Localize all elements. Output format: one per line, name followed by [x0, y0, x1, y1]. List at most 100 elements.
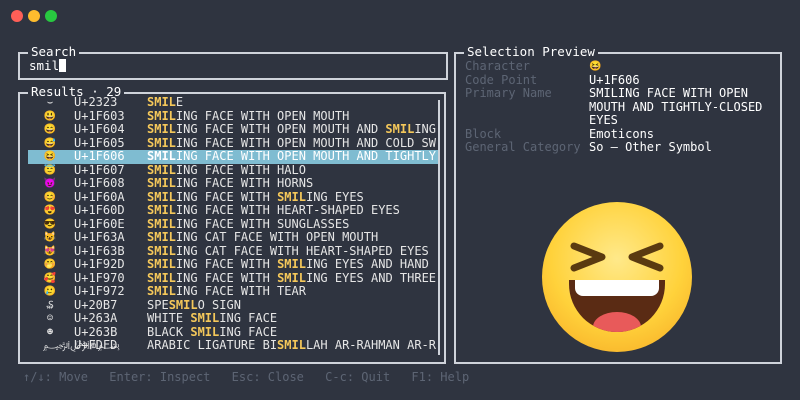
category-label: General Category [465, 140, 581, 154]
result-name-match: SMIL [147, 258, 176, 271]
teeth [575, 280, 659, 296]
result-codepoint: U+1F92D [74, 258, 125, 271]
result-name-suffix: ING [414, 123, 437, 136]
result-character: 😻 [43, 245, 57, 257]
result-name-prefix: ARABIC LIGATURE BI [147, 339, 278, 352]
result-name: ARABIC LIGATURE BISMILLAH AR-RAHMAN AR-R [147, 339, 438, 353]
result-name-match: SMIL [147, 271, 176, 285]
result-character: 😅 [43, 137, 57, 149]
result-codepoint: U+1F972 [74, 285, 125, 298]
result-character: 😊 [43, 191, 57, 203]
result-character: ﷽ [43, 340, 120, 351]
result-character: 😎 [43, 218, 57, 230]
result-row[interactable]: 😊 U+1F60A SMILING FACE WITH SMILING EYES [28, 191, 438, 205]
result-row[interactable]: 😄 U+1F604 SMILING FACE WITH OPEN MOUTH AND… [28, 123, 438, 137]
minimize-window-button[interactable] [28, 10, 40, 22]
result-row[interactable]: ₷ U+20B7 SPESMILO SIGN [28, 299, 438, 313]
results-scrollbar[interactable] [438, 100, 440, 355]
result-name-suffix: E [175, 96, 184, 109]
result-row[interactable]: 😇 U+1F607 SMILING FACE WITH HALO [28, 164, 438, 178]
result-character: 😆 [43, 151, 57, 162]
grinning-squinting-face-icon [542, 202, 692, 352]
result-row[interactable]: 🥲 U+1F972 SMILING FACE WITH TEAR [28, 285, 438, 299]
zoom-window-button[interactable] [45, 10, 57, 22]
result-row[interactable]: 🥰 U+1F970 SMILING FACE WITH SMILING EYES A… [28, 272, 438, 286]
result-name-suffix: ING EYES AND HAND [305, 258, 429, 271]
result-name-match: SMIL [168, 298, 198, 312]
result-name-suffix: LAH AR-RAHMAN AR-R [305, 339, 436, 352]
result-character: 😈 [43, 178, 57, 189]
result-name-match: SMIL [147, 123, 176, 136]
result-character: 🥲 [43, 286, 57, 297]
result-name: SMILING FACE WITH HALO [147, 164, 438, 178]
result-row[interactable]: 😻 U+1F63B SMILING CAT FACE WITH HEART-SHAP… [28, 245, 438, 259]
result-name-match: SMIL [147, 136, 176, 150]
result-name-prefix: BLACK [147, 325, 191, 339]
result-name-suffix: ING FACE [219, 312, 278, 325]
result-row[interactable]: ﷽ U+FDFD ARABIC LIGATURE BISMILLAH AR-RAHM… [28, 339, 438, 353]
result-name-match: SMIL [190, 312, 220, 325]
right-squint-eye [628, 242, 664, 272]
result-character: 🥰 [43, 272, 57, 284]
result-name-suffix: ING EYES AND THREE [305, 271, 437, 285]
result-name: BLACK SMILING FACE [147, 326, 438, 340]
result-name: SMILING CAT FACE WITH HEART-SHAPED EYES [147, 245, 438, 259]
result-name: SMILING FACE WITH OPEN MOUTH AND COLD SW [147, 137, 438, 151]
result-row[interactable]: 🤭 U+1F92D SMILING FACE WITH SMILING EYES A… [28, 258, 438, 272]
result-name-suffix: ING FACE WITH OPEN MOUTH AND [175, 123, 386, 136]
result-name-match: SMIL [147, 231, 176, 244]
result-name-suffix: ING FACE WITH OPEN MOUTH AND COLD SW [175, 136, 436, 150]
result-name-suffix: ING FACE WITH OPEN MOUTH [175, 109, 350, 123]
result-codepoint: U+1F970 [74, 271, 125, 285]
result-character: ☻ [46, 326, 54, 338]
result-row[interactable]: 😎 U+1F60E SMILING FACE WITH SUNGLASSES [28, 218, 438, 232]
result-name: SMILING FACE WITH SUNGLASSES [147, 218, 438, 232]
result-name-match: SMIL [147, 109, 176, 123]
result-name-suffix: ING FACE WITH [175, 258, 278, 271]
result-character: 😍 [43, 205, 57, 216]
result-row[interactable]: ☻ U+263B BLACK SMILING FACE [28, 326, 438, 340]
character-value: 😆 [589, 61, 602, 72]
hint-move: ↑/↓: Move [23, 370, 89, 384]
result-row[interactable]: ☺ U+263A WHITE SMILING FACE [28, 312, 438, 326]
result-row[interactable]: ⌣ U+2323 SMILE [28, 96, 438, 110]
result-name: SMILE [147, 96, 438, 110]
block-label: Block [465, 126, 502, 141]
search-input[interactable]: smil [29, 59, 67, 73]
result-name-match: SMIL [147, 204, 176, 217]
result-name: SMILING FACE WITH OPEN MOUTH AND SMILING [147, 123, 438, 137]
result-name-prefix: SPE [147, 298, 169, 312]
close-window-button[interactable] [11, 10, 23, 22]
result-name-match: SMIL [385, 123, 415, 136]
result-name: SPESMILO SIGN [147, 299, 438, 313]
result-row[interactable]: 😃 U+1F603 SMILING FACE WITH OPEN MOUTH [28, 110, 438, 124]
result-row[interactable]: 😺 U+1F63A SMILING CAT FACE WITH OPEN MOUTH [28, 231, 438, 245]
result-row[interactable]: 😈 U+1F608 SMILING FACE WITH HORNS [28, 177, 438, 191]
result-name: SMILING FACE WITH SMILING EYES [147, 191, 438, 205]
result-name-match: SMIL [147, 96, 176, 109]
result-codepoint: U+1F607 [74, 163, 125, 177]
result-codepoint: U+1F63A [74, 231, 125, 244]
results-panel: Results · 29 ⌣ U+2323 SMILE 😃 U+1F603 SMILING… [18, 85, 446, 364]
result-row[interactable]: 😍 U+1F60D SMILING FACE WITH HEART-SHAPED E… [28, 204, 438, 218]
search-panel: Search smil [18, 45, 448, 80]
result-name-match: SMIL [147, 285, 176, 298]
result-name-match: SMIL [147, 150, 176, 163]
codepoint-value: U+1F606 [589, 72, 640, 87]
result-character: 😄 [43, 124, 57, 135]
primary-name-label: Primary Name [465, 86, 552, 100]
left-squint-eye [570, 242, 606, 272]
result-codepoint: U+20B7 [74, 298, 118, 312]
result-name-match: SMIL [277, 190, 306, 204]
result-name-suffix: ING FACE WITH HEART-SHAPED EYES [175, 204, 400, 217]
open-mouth [569, 280, 665, 332]
result-row[interactable]: 😅 U+1F605 SMILING FACE WITH OPEN MOUTH AND… [28, 137, 438, 151]
text-cursor [59, 59, 67, 72]
result-name-suffix: O SIGN [197, 298, 241, 312]
primary-name-value: SMILING FACE WITH OPEN MOUTH AND TIGHTLY… [589, 86, 763, 127]
result-codepoint: U+263A [74, 312, 118, 325]
result-name-suffix: ING EYES [305, 190, 364, 204]
result-codepoint: U+1F605 [74, 136, 125, 150]
result-name: SMILING FACE WITH SMILING EYES AND THREE [147, 272, 438, 286]
result-row[interactable]: 😆 U+1F606 SMILING FACE WITH OPEN MOUTH AND… [28, 150, 438, 164]
